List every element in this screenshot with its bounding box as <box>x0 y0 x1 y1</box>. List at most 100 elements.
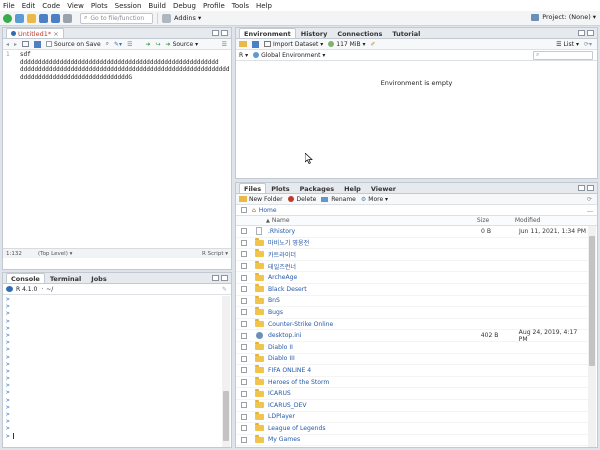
menu-code[interactable]: Code <box>42 2 60 10</box>
working-dir[interactable]: ~/ <box>46 286 53 293</box>
file-name[interactable]: BnS <box>268 297 481 304</box>
file-name[interactable]: Bugs <box>268 309 481 316</box>
row-checkbox[interactable] <box>241 425 247 432</box>
file-row[interactable]: 카트라이더 <box>236 249 588 261</box>
import-dataset-button[interactable]: Import Dataset ▾ <box>264 41 323 48</box>
file-name[interactable]: Heroes of the Storm <box>268 379 481 386</box>
file-name[interactable]: Counter-Strike Online <box>268 321 481 328</box>
row-checkbox[interactable] <box>241 332 247 339</box>
maximize-icon[interactable] <box>587 30 594 36</box>
row-checkbox[interactable] <box>241 321 247 328</box>
menu-plots[interactable]: Plots <box>91 2 108 10</box>
tab-terminal[interactable]: Terminal <box>45 273 86 283</box>
file-name[interactable]: ArcheAge <box>268 274 481 281</box>
scope-indicator[interactable]: (Top Level) ▾ <box>38 251 72 257</box>
row-checkbox[interactable] <box>241 413 247 420</box>
minimize-icon[interactable] <box>212 275 219 281</box>
menu-file[interactable]: File <box>3 2 15 10</box>
source-button[interactable]: ➜ Source ▾ <box>166 41 199 48</box>
file-name[interactable]: ICARUS <box>268 390 481 397</box>
row-checkbox[interactable] <box>241 239 247 246</box>
file-name[interactable]: My Games <box>268 436 481 443</box>
tab-environment[interactable]: Environment <box>239 28 296 38</box>
row-checkbox[interactable] <box>241 263 247 270</box>
delete-button[interactable]: Delete <box>287 196 316 203</box>
memory-usage[interactable]: 117 MiB ▾ <box>328 41 366 48</box>
file-name[interactable]: League of Legends <box>268 425 481 432</box>
load-workspace-icon[interactable] <box>239 41 247 47</box>
row-checkbox[interactable] <box>241 228 247 235</box>
new-project-icon[interactable] <box>15 13 24 23</box>
tab-viewer[interactable]: Viewer <box>366 183 401 193</box>
file-row[interactable]: ICARUS_DEV <box>236 400 588 412</box>
files-scrollbar[interactable] <box>588 226 596 447</box>
console-output[interactable]: > > > > > > > > > > > > > > > > > > > > <box>3 296 222 447</box>
menu-debug[interactable]: Debug <box>173 2 196 10</box>
file-name[interactable]: 마비노기 영웅전 <box>268 238 481 247</box>
menu-build[interactable]: Build <box>148 2 166 10</box>
select-all-checkbox[interactable] <box>241 207 247 213</box>
file-name[interactable]: LDPlayer <box>268 413 481 420</box>
overflow-icon[interactable]: … <box>587 207 593 214</box>
compile-report-icon[interactable]: ☰ <box>127 41 132 48</box>
open-file-icon[interactable] <box>27 13 36 23</box>
file-row[interactable]: ICARUS <box>236 388 588 400</box>
print-icon[interactable] <box>63 13 72 23</box>
file-row[interactable]: Bugs <box>236 307 588 319</box>
code-line[interactable]: dddddddddddddddddddddddddddddddddddddddd… <box>6 66 231 74</box>
maximize-icon[interactable] <box>221 30 228 36</box>
column-size[interactable]: Size <box>477 217 515 224</box>
tab-jobs[interactable]: Jobs <box>86 273 111 283</box>
file-name[interactable]: .Rhistory <box>268 228 481 235</box>
code-editor[interactable]: 1 sdf ddddddddddddddddddddddddddddddddddd… <box>3 50 231 248</box>
file-name[interactable]: Diablo II <box>268 344 481 351</box>
addins-menu[interactable]: Addins ▾ <box>174 14 201 22</box>
tab-plots[interactable]: Plots <box>266 183 294 193</box>
project-menu[interactable]: Project: (None) ▾ <box>531 13 596 21</box>
new-file-icon[interactable] <box>3 13 12 23</box>
code-line[interactable]: ddddddddddddddddddddddddddddddG <box>6 74 231 82</box>
tab-history[interactable]: History <box>296 28 333 38</box>
row-checkbox[interactable] <box>241 274 247 281</box>
broom-icon[interactable]: ✐ <box>371 41 376 48</box>
maximize-icon[interactable] <box>587 185 594 191</box>
save-icon[interactable] <box>34 40 42 48</box>
file-name[interactable]: Black Desert <box>268 286 481 293</box>
row-checkbox[interactable] <box>241 390 247 397</box>
menu-session[interactable]: Session <box>115 2 142 10</box>
file-name[interactable]: 테일즈런너 <box>268 262 481 271</box>
column-modified[interactable]: Modified <box>515 217 541 224</box>
file-row[interactable]: FIFA ONLINE 4 <box>236 365 588 377</box>
back-arrow-icon[interactable]: ◂ <box>6 41 9 48</box>
save-icon[interactable] <box>39 13 48 23</box>
find-replace-icon[interactable]: ⌕ <box>106 40 109 48</box>
refresh-icon[interactable]: ⟳▾ <box>584 41 592 48</box>
file-name[interactable]: desktop.ini <box>268 332 481 339</box>
row-checkbox[interactable] <box>241 251 247 258</box>
new-folder-button[interactable]: New Folder <box>239 196 283 203</box>
menu-tools[interactable]: Tools <box>232 2 249 10</box>
file-row[interactable]: desktop.ini 402 B Aug 24, 2019, 4:17 PM <box>236 329 588 343</box>
file-row[interactable]: LDPlayer <box>236 411 588 424</box>
code-tools-icon[interactable]: ✎▾ <box>114 41 122 48</box>
tab-connections[interactable]: Connections <box>332 28 387 38</box>
rename-button[interactable]: Rename <box>321 196 356 203</box>
tab-packages[interactable]: Packages <box>295 183 339 193</box>
file-row[interactable]: Diablo III <box>236 353 588 366</box>
run-icon[interactable]: ➜ <box>145 41 150 48</box>
clear-console-icon[interactable]: ✎ <box>222 286 227 293</box>
file-row[interactable]: Black Desert <box>236 284 588 296</box>
row-checkbox[interactable] <box>241 402 247 409</box>
menu-view[interactable]: View <box>67 2 84 10</box>
save-all-icon[interactable] <box>51 13 60 23</box>
more-menu[interactable]: ⚙ More ▾ <box>361 196 388 203</box>
row-checkbox[interactable] <box>241 286 247 293</box>
file-name[interactable]: FIFA ONLINE 4 <box>268 367 481 374</box>
close-icon[interactable]: × <box>53 30 58 38</box>
scope-menu[interactable]: Global Environment ▾ <box>253 52 325 59</box>
column-name[interactable]: Name <box>272 217 477 224</box>
console-scrollbar[interactable] <box>222 296 230 447</box>
file-name[interactable]: 카트라이더 <box>268 250 481 259</box>
refresh-icon[interactable]: ⟳ <box>587 196 592 203</box>
code-line[interactable]: 1 sdf ddddddddddddddddddddddddddddddddddd… <box>6 51 231 66</box>
